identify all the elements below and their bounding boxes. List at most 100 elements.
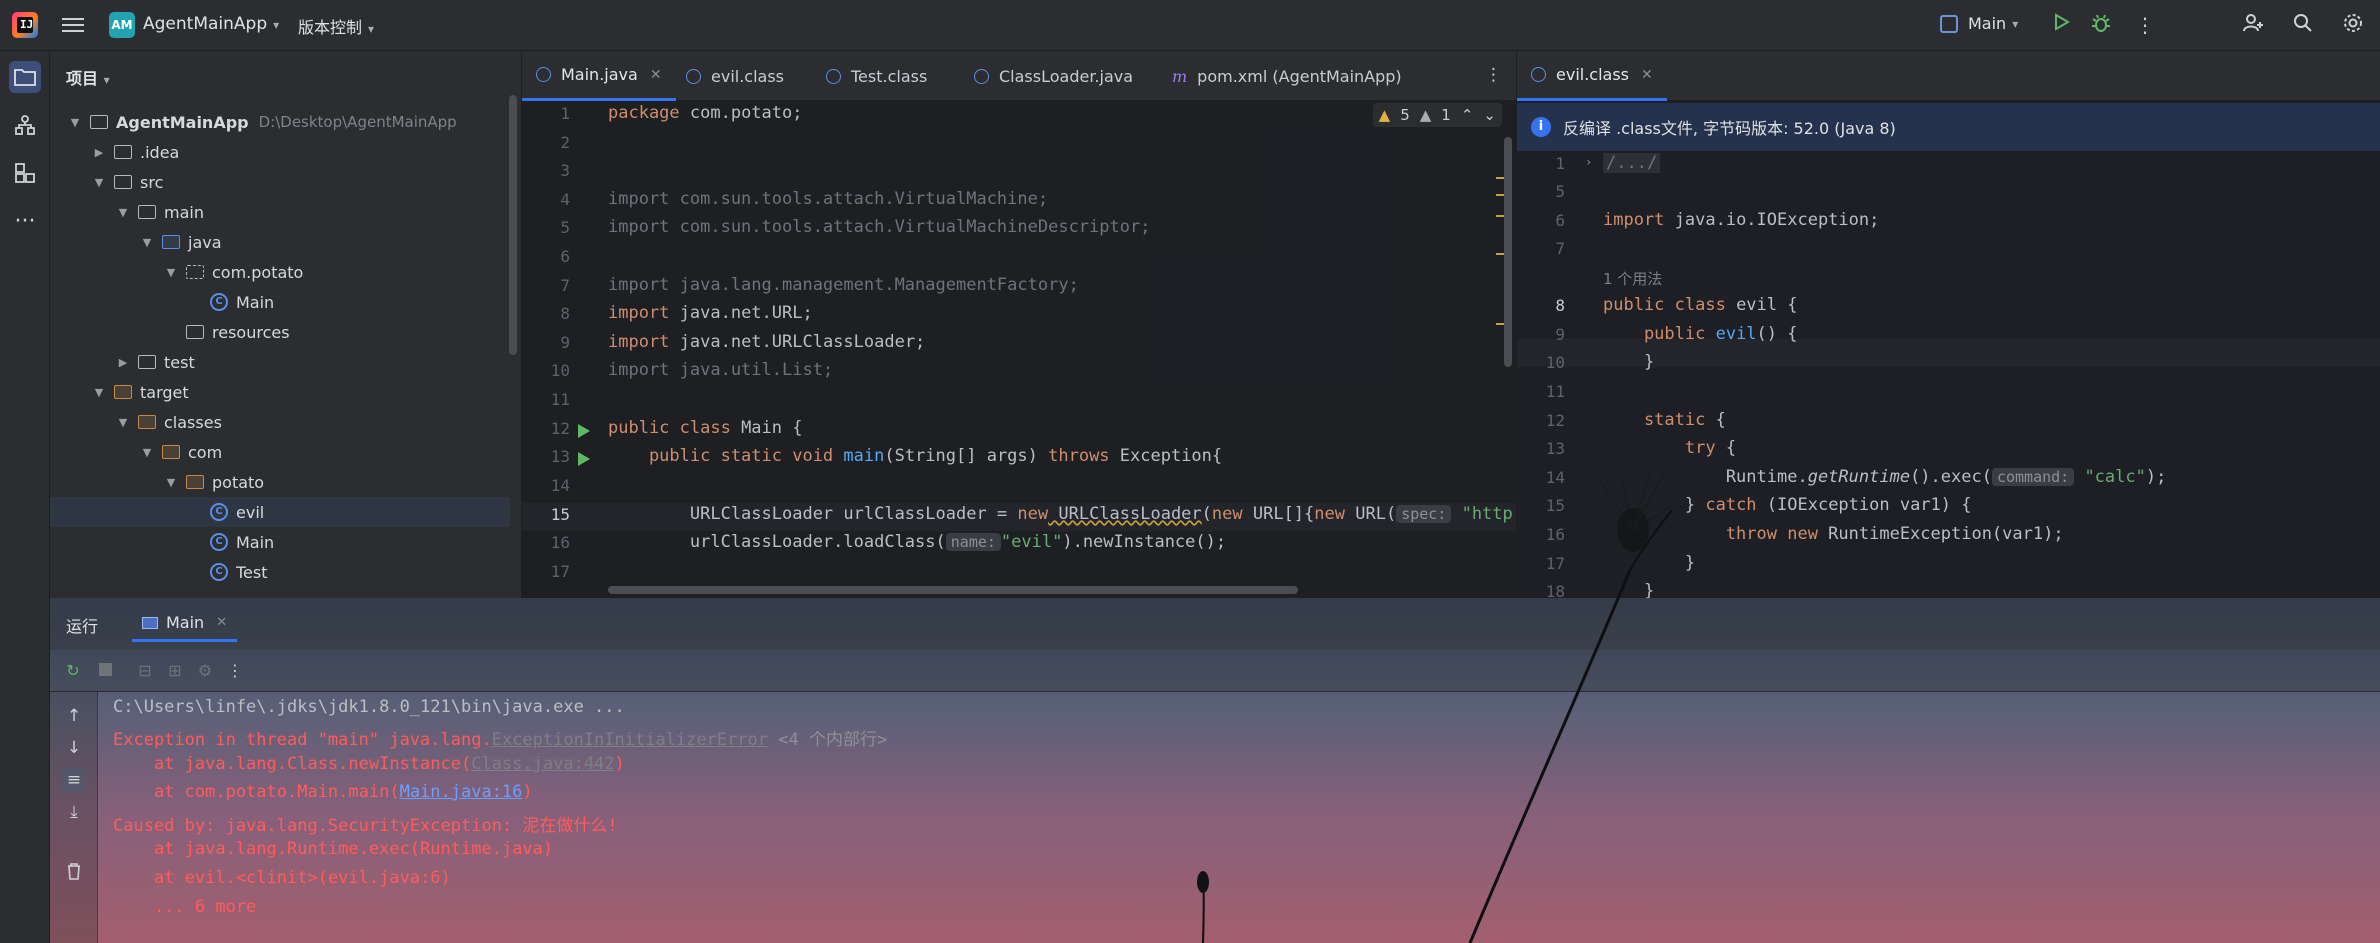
- expand-arrow-icon[interactable]: ▼: [164, 476, 178, 489]
- usages-hint[interactable]: 1 个用法: [1603, 268, 1662, 289]
- code-line-10[interactable]: }: [1603, 352, 1654, 372]
- code-line-4[interactable]: import com.sun.tools.attach.VirtualMachi…: [608, 189, 1048, 209]
- settings-gear-icon[interactable]: [2340, 12, 2366, 38]
- folded-imports[interactable]: /.../: [1603, 153, 1661, 173]
- tree-item-potato[interactable]: ▼ potato: [50, 467, 510, 497]
- more-actions-icon[interactable]: ⋮: [226, 662, 244, 680]
- tab-more-icon[interactable]: ⋮: [1485, 65, 1502, 85]
- expand-arrow-icon[interactable]: ▼: [140, 446, 154, 459]
- trash-icon[interactable]: [62, 862, 86, 886]
- main-menu-icon[interactable]: [62, 14, 84, 36]
- restore-layout-icon[interactable]: ⊟: [136, 662, 154, 680]
- tree-item-classes[interactable]: ▼ classes: [50, 407, 510, 437]
- structure-icon[interactable]: [9, 109, 41, 141]
- tree-item-main[interactable]: ▼ main: [50, 197, 510, 227]
- arrow-down-icon[interactable]: ↓: [62, 736, 86, 760]
- expand-arrow-icon[interactable]: ▼: [116, 416, 130, 429]
- code-line-17[interactable]: }: [1603, 553, 1695, 573]
- close-icon[interactable]: ✕: [216, 615, 227, 630]
- collapse-arrow-icon[interactable]: ▶: [92, 146, 106, 159]
- next-highlight-icon[interactable]: ⌄: [1483, 106, 1496, 124]
- tree-item-src[interactable]: ▼ src: [50, 167, 510, 197]
- tree-item-main-classfile[interactable]: C Main: [50, 527, 510, 557]
- expand-arrow-icon[interactable]: ▼: [164, 266, 178, 279]
- code-line-16[interactable]: throw new RuntimeException(var1);: [1603, 524, 2064, 544]
- tab-evil-class[interactable]: evil.class: [672, 51, 798, 101]
- exception-class-link[interactable]: ExceptionInInitializerError: [492, 730, 768, 750]
- expand-arrow-icon[interactable]: ▼: [68, 116, 82, 129]
- close-icon[interactable]: ✕: [1641, 67, 1653, 83]
- code-line-7[interactable]: import java.lang.management.ManagementFa…: [608, 275, 1079, 295]
- tree-item-main-class[interactable]: C Main: [50, 287, 510, 317]
- code-line-10[interactable]: import java.util.List;: [608, 360, 833, 380]
- tree-item-java[interactable]: ▼ java: [50, 227, 510, 257]
- inspection-widget[interactable]: ▲ 5 ▲ 1 ⌃ ⌄: [1372, 103, 1502, 127]
- code-line-8[interactable]: public class evil {: [1603, 295, 1797, 315]
- intellij-logo-icon[interactable]: IJ: [12, 12, 38, 38]
- settings-icon[interactable]: ⚙: [196, 662, 214, 680]
- tab-test-class[interactable]: Test.class: [812, 51, 941, 101]
- tree-item-idea[interactable]: ▶ .idea: [50, 137, 510, 167]
- arrow-up-icon[interactable]: ↑: [62, 704, 86, 728]
- expand-arrow-icon[interactable]: ▼: [116, 206, 130, 219]
- code-line-6[interactable]: import java.io.IOException;: [1603, 210, 1879, 230]
- stop-icon[interactable]: [96, 662, 114, 680]
- code-line-15[interactable]: } catch (IOException var1) {: [1603, 495, 1972, 515]
- fold-arrow-icon[interactable]: ›: [1585, 155, 1592, 169]
- code-line-1[interactable]: package com.potato;: [608, 103, 802, 123]
- run-class-gutter-icon[interactable]: [578, 424, 590, 438]
- debug-icon[interactable]: [2088, 12, 2114, 38]
- run-main-gutter-icon[interactable]: [578, 452, 590, 466]
- more-tool-windows-icon[interactable]: ···: [9, 205, 41, 237]
- search-icon[interactable]: [2290, 12, 2316, 38]
- tree-item-com-potato[interactable]: ▼ com.potato: [50, 257, 510, 287]
- code-line-9[interactable]: import java.net.URLClassLoader;: [608, 332, 925, 352]
- tab-classloader-java[interactable]: ClassLoader.java: [960, 51, 1147, 101]
- project-panel-title[interactable]: 项目 ▾: [66, 65, 110, 89]
- more-actions-icon[interactable]: ⋮: [2132, 12, 2158, 38]
- source-link[interactable]: Main.java:16: [400, 782, 523, 802]
- pin-tab-icon[interactable]: ⊞: [166, 662, 184, 680]
- run-configuration-selector[interactable]: Main ▾: [1940, 14, 2018, 33]
- project-tool-folder-icon[interactable]: [9, 61, 41, 93]
- code-line-9[interactable]: public evil() {: [1603, 324, 1798, 344]
- tree-item-test-class[interactable]: C Test: [50, 557, 510, 587]
- collapse-arrow-icon[interactable]: ▶: [116, 356, 130, 369]
- tree-item-test[interactable]: ▶ test: [50, 347, 510, 377]
- code-line-8[interactable]: import java.net.URL;: [608, 303, 813, 323]
- project-badge[interactable]: AM: [109, 12, 135, 38]
- code-line-16[interactable]: urlClassLoader.loadClass(name: "evil").ne…: [608, 532, 1226, 552]
- expand-arrow-icon[interactable]: ▼: [140, 236, 154, 249]
- code-line-12[interactable]: static {: [1603, 410, 1726, 430]
- code-line-15[interactable]: URLClassLoader urlClassLoader = new URLC…: [608, 504, 1516, 524]
- code-line-13[interactable]: public static void main(String[] args) t…: [608, 446, 1222, 466]
- editor-vertical-scrollbar[interactable]: [1504, 137, 1512, 367]
- scroll-to-end-icon[interactable]: ⤓: [62, 800, 86, 824]
- tree-item-target[interactable]: ▼ target: [50, 377, 510, 407]
- expand-arrow-icon[interactable]: ▼: [92, 176, 106, 189]
- folded-lines-note[interactable]: <4 个内部行>: [768, 730, 887, 750]
- tree-item-evil-class[interactable]: Cevil: [50, 497, 510, 527]
- code-line-12[interactable]: public class Main {: [608, 418, 802, 438]
- code-line-14[interactable]: Runtime.getRuntime().exec(command: "calc…: [1603, 467, 2167, 487]
- close-icon[interactable]: ✕: [650, 67, 662, 83]
- expand-arrow-icon[interactable]: ▼: [92, 386, 106, 399]
- code-line-13[interactable]: try {: [1603, 438, 1736, 458]
- code-line-18[interactable]: }: [1603, 581, 1654, 598]
- tab-pom-xml[interactable]: m pom.xml (AgentMainApp): [1158, 51, 1416, 101]
- code-line-5[interactable]: import com.sun.tools.attach.VirtualMachi…: [608, 217, 1150, 237]
- tab-evil-class-right[interactable]: evil.class ✕: [1517, 51, 1667, 101]
- tree-root[interactable]: ▼ AgentMainApp D:\Desktop\AgentMainApp: [50, 107, 510, 137]
- tab-main-java[interactable]: Main.java ✕: [522, 51, 676, 101]
- vcs-menu[interactable]: 版本控制 ▾: [298, 14, 374, 38]
- run-tab-main[interactable]: Main ✕: [132, 606, 238, 642]
- tree-item-com[interactable]: ▼ com: [50, 437, 510, 467]
- soft-wrap-icon[interactable]: ≡: [62, 768, 86, 792]
- plugins-icon[interactable]: [9, 157, 41, 189]
- project-switcher[interactable]: AgentMainApp ▾: [143, 14, 279, 34]
- previous-highlight-icon[interactable]: ⌃: [1461, 106, 1474, 124]
- run-icon[interactable]: [2048, 12, 2074, 38]
- rerun-icon[interactable]: ↻: [64, 662, 82, 680]
- tree-item-resources[interactable]: resources: [50, 317, 510, 347]
- editor-horizontal-scrollbar[interactable]: [608, 586, 1298, 594]
